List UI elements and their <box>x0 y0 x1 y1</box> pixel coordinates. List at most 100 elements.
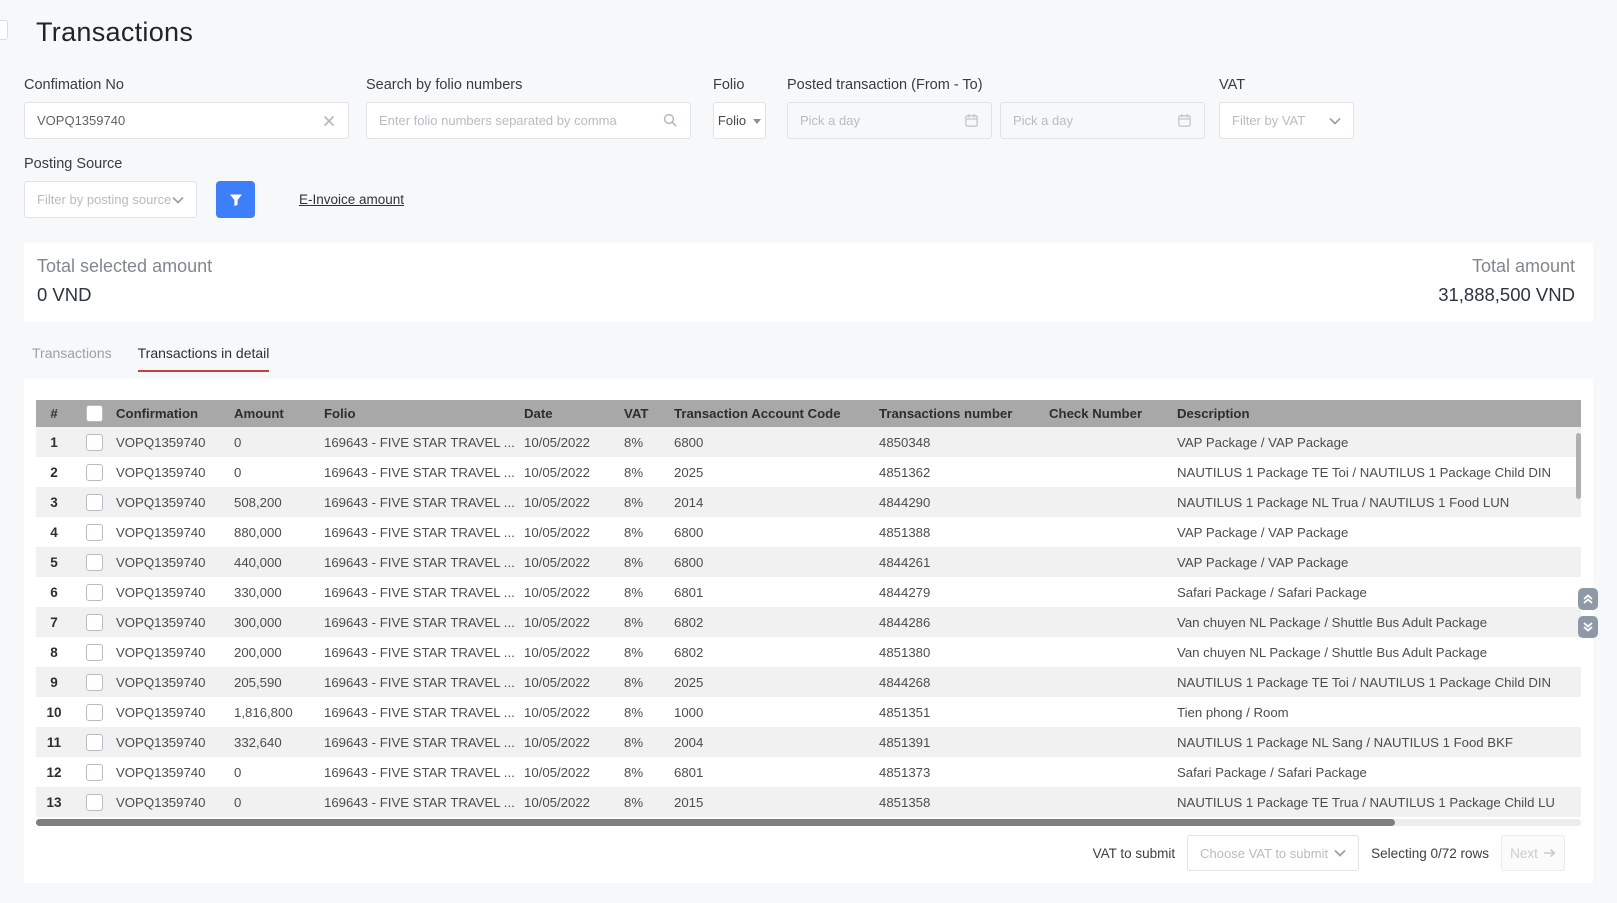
cell-amount: 0 <box>234 435 324 450</box>
confirmation-input[interactable]: VOPQ1359740 <box>24 102 349 139</box>
cell-description: NAUTILUS 1 Package TE Toi / NAUTILUS 1 P… <box>1177 675 1581 690</box>
row-checkbox[interactable] <box>86 764 103 781</box>
cell-txn-number: 4844279 <box>879 585 1049 600</box>
row-checkbox[interactable] <box>86 524 103 541</box>
cell-date: 10/05/2022 <box>524 555 624 570</box>
header-check-number[interactable]: Check Number <box>1049 406 1177 421</box>
header-confirmation[interactable]: Confirmation <box>116 406 234 421</box>
posting-source-select[interactable]: Filter by posting source <box>24 181 197 218</box>
cell-txn-number: 4844261 <box>879 555 1049 570</box>
cell-txn-number: 4844286 <box>879 615 1049 630</box>
cell-confirmation: VOPQ1359740 <box>116 555 234 570</box>
cell-folio: 169643 - FIVE STAR TRAVEL ... <box>324 795 524 810</box>
table-body: 1VOPQ13597400169643 - FIVE STAR TRAVEL .… <box>36 427 1581 817</box>
calendar-icon[interactable] <box>1177 113 1192 128</box>
cell-account-code: 6800 <box>674 555 879 570</box>
row-checkbox[interactable] <box>86 734 103 751</box>
row-index: 8 <box>36 645 78 660</box>
posting-source-label: Posting Source <box>24 156 197 172</box>
row-checkbox-cell[interactable] <box>78 554 116 571</box>
scroll-buttons <box>1578 588 1598 638</box>
header-vat[interactable]: VAT <box>624 406 674 421</box>
row-checkbox[interactable] <box>86 674 103 691</box>
clear-icon[interactable] <box>322 114 336 128</box>
scrollbar-thumb[interactable] <box>36 819 1395 826</box>
scroll-to-bottom-button[interactable] <box>1578 616 1598 638</box>
row-checkbox[interactable] <box>86 614 103 631</box>
cell-txn-number: 4844290 <box>879 495 1049 510</box>
table-row: 2VOPQ13597400169643 - FIVE STAR TRAVEL .… <box>36 457 1581 487</box>
row-checkbox[interactable] <box>86 704 103 721</box>
row-checkbox[interactable] <box>86 494 103 511</box>
cell-account-code: 6800 <box>674 435 879 450</box>
total-selected-label: Total selected amount <box>37 256 212 277</box>
cell-vat: 8% <box>624 435 674 450</box>
header-checkbox-cell[interactable] <box>78 405 116 422</box>
cell-vat: 8% <box>624 585 674 600</box>
row-checkbox[interactable] <box>86 584 103 601</box>
row-checkbox[interactable] <box>86 794 103 811</box>
row-checkbox[interactable] <box>86 434 103 451</box>
row-checkbox[interactable] <box>86 464 103 481</box>
tab-transactions-in-detail[interactable]: Transactions in detail <box>138 345 270 372</box>
tab-transactions[interactable]: Transactions <box>32 345 112 372</box>
table-row: 1VOPQ13597400169643 - FIVE STAR TRAVEL .… <box>36 427 1581 457</box>
vat-placeholder: Filter by VAT <box>1232 113 1329 128</box>
vertical-scrollbar-thumb[interactable] <box>1576 433 1581 499</box>
row-checkbox-cell[interactable] <box>78 734 116 751</box>
folio-search-input[interactable]: Enter folio numbers separated by comma <box>366 102 691 139</box>
row-checkbox-cell[interactable] <box>78 644 116 661</box>
filters-row-2: Posting Source Filter by posting source … <box>0 156 1617 218</box>
table-row: 11VOPQ1359740332,640169643 - FIVE STAR T… <box>36 727 1581 757</box>
header-amount[interactable]: Amount <box>234 406 324 421</box>
row-checkbox-cell[interactable] <box>78 704 116 721</box>
row-checkbox-cell[interactable] <box>78 434 116 451</box>
cell-txn-number: 4851388 <box>879 525 1049 540</box>
cell-folio: 169643 - FIVE STAR TRAVEL ... <box>324 555 524 570</box>
row-checkbox-cell[interactable] <box>78 794 116 811</box>
cell-amount: 200,000 <box>234 645 324 660</box>
confirmation-value: VOPQ1359740 <box>37 113 322 128</box>
cell-vat: 8% <box>624 705 674 720</box>
vat-select[interactable]: Filter by VAT <box>1219 102 1354 139</box>
row-checkbox-cell[interactable] <box>78 584 116 601</box>
date-to-input[interactable]: Pick a day <box>1000 102 1205 139</box>
row-checkbox-cell[interactable] <box>78 674 116 691</box>
date-from-input[interactable]: Pick a day <box>787 102 992 139</box>
calendar-icon[interactable] <box>964 113 979 128</box>
total-amount-label: Total amount <box>1438 256 1575 277</box>
row-checkbox-cell[interactable] <box>78 764 116 781</box>
next-button[interactable]: Next <box>1501 835 1565 871</box>
header-account-code[interactable]: Transaction Account Code <box>674 406 879 421</box>
header-index[interactable]: # <box>36 406 78 421</box>
row-checkbox-cell[interactable] <box>78 464 116 481</box>
cell-folio: 169643 - FIVE STAR TRAVEL ... <box>324 585 524 600</box>
cell-account-code: 6801 <box>674 765 879 780</box>
horizontal-scrollbar[interactable] <box>36 819 1581 827</box>
header-folio[interactable]: Folio <box>324 406 524 421</box>
cell-date: 10/05/2022 <box>524 615 624 630</box>
table-row: 8VOPQ1359740200,000169643 - FIVE STAR TR… <box>36 637 1581 667</box>
folio-label: Folio <box>713 77 766 93</box>
scroll-to-top-button[interactable] <box>1578 588 1598 610</box>
row-checkbox-cell[interactable] <box>78 524 116 541</box>
table-row: 10VOPQ13597401,816,800169643 - FIVE STAR… <box>36 697 1581 727</box>
header-txn-number[interactable]: Transactions number <box>879 406 1049 421</box>
row-checkbox[interactable] <box>86 644 103 661</box>
einvoice-amount-link[interactable]: E-Invoice amount <box>299 192 404 207</box>
folio-dropdown[interactable]: Folio <box>713 102 766 139</box>
select-all-checkbox[interactable] <box>86 405 103 422</box>
row-index: 3 <box>36 495 78 510</box>
header-date[interactable]: Date <box>524 406 624 421</box>
cell-txn-number: 4851391 <box>879 735 1049 750</box>
vat-to-submit-select[interactable]: Choose VAT to submit <box>1187 835 1359 871</box>
header-description[interactable]: Description <box>1177 406 1581 421</box>
row-checkbox-cell[interactable] <box>78 614 116 631</box>
row-checkbox-cell[interactable] <box>78 494 116 511</box>
cell-confirmation: VOPQ1359740 <box>116 735 234 750</box>
row-index: 10 <box>36 705 78 720</box>
cell-txn-number: 4851380 <box>879 645 1049 660</box>
row-checkbox[interactable] <box>86 554 103 571</box>
apply-filter-button[interactable] <box>216 181 255 218</box>
cell-amount: 440,000 <box>234 555 324 570</box>
